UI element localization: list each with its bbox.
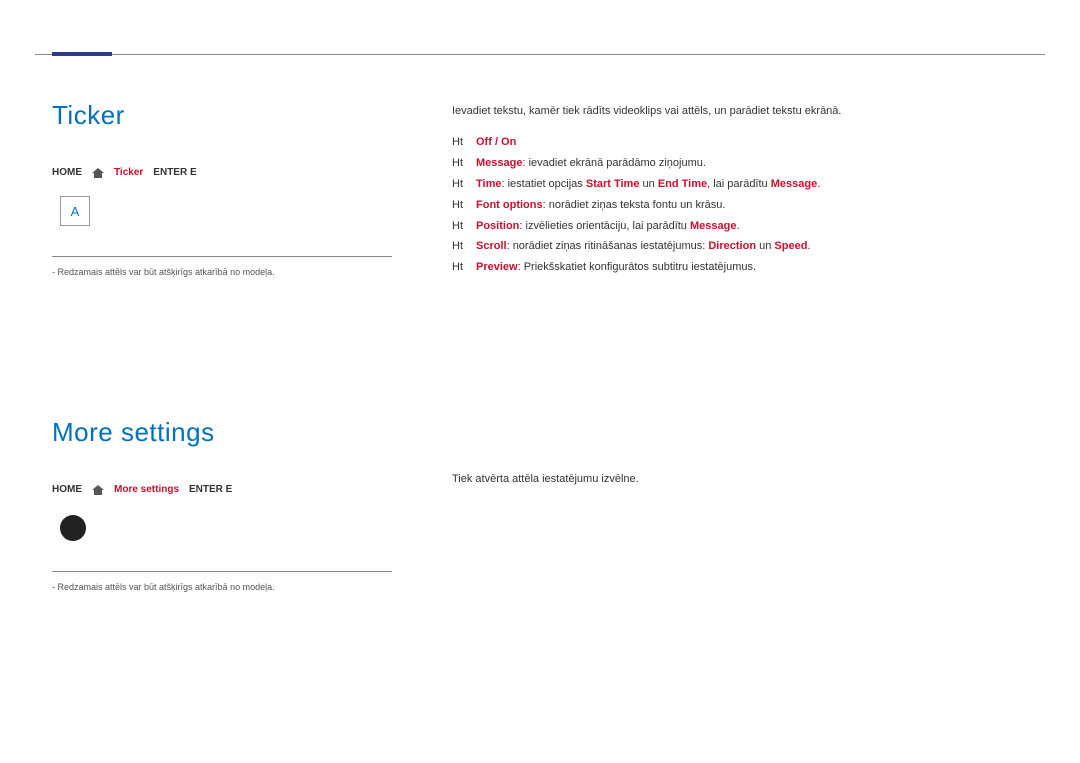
breadcrumb-enter2: ENTER E <box>189 484 232 495</box>
section1-title: Ticker <box>52 100 412 131</box>
section1-note: - Redzamais attēls var būt atšķirīgs atk… <box>52 267 412 277</box>
breadcrumb-home: HOME <box>52 167 82 178</box>
breadcrumb-item: Ticker <box>114 167 143 178</box>
list-item: Message: ievadiet ekrānā parādāmo ziņoju… <box>476 153 1032 174</box>
preview-ticker-box: A <box>60 196 90 226</box>
section1-divider <box>52 256 392 257</box>
left-column: Ticker HOME Ticker ENTER E A - Redzamais… <box>52 100 412 592</box>
list-item: Position: izvēlieties orientāciju, lai p… <box>476 216 1032 237</box>
section2-title: More settings <box>52 417 412 448</box>
preview-letter: A <box>71 204 80 219</box>
section2-breadcrumb: HOME More settings ENTER E <box>52 483 412 495</box>
list-item: Preview: Priekšskatiet konfigurātos subt… <box>476 257 1032 278</box>
list-item: Font options: norādiet ziņas teksta font… <box>476 195 1032 216</box>
home-icon <box>92 483 104 495</box>
section2-left: More settings HOME More settings ENTER E… <box>52 417 412 592</box>
section1-intro: Ievadiet tekstu, kamēr tiek rādīts video… <box>452 105 1032 117</box>
preview-circle <box>60 515 86 541</box>
breadcrumb-home2: HOME <box>52 484 82 495</box>
home-icon <box>92 166 104 178</box>
breadcrumb-enter: ENTER E <box>153 167 196 178</box>
list-item: Off / On <box>476 132 1032 153</box>
section1-list: Off / On Message: ievadiet ekrānā parādā… <box>452 132 1032 278</box>
page-content: Ticker HOME Ticker ENTER E A - Redzamais… <box>0 0 1080 592</box>
header-accent <box>52 52 112 56</box>
content-wrap: Ticker HOME Ticker ENTER E A - Redzamais… <box>52 100 1032 592</box>
section2-divider <box>52 571 392 572</box>
breadcrumb-item2: More settings <box>114 484 179 495</box>
section2-right: Tiek atvērta attēla iestatējumu izvēlne. <box>452 473 1032 485</box>
list-item: Time: iestatiet opcijas Start Time un En… <box>476 174 1032 195</box>
header-divider <box>35 54 1045 55</box>
section2-intro: Tiek atvērta attēla iestatējumu izvēlne. <box>452 473 1032 485</box>
section2-note: - Redzamais attēls var būt atšķirīgs atk… <box>52 582 412 592</box>
right-column: Ievadiet tekstu, kamēr tiek rādīts video… <box>412 100 1032 592</box>
section1-breadcrumb: HOME Ticker ENTER E <box>52 166 412 178</box>
list-item: Scroll: norādiet ziņas ritināšanas iesta… <box>476 236 1032 257</box>
